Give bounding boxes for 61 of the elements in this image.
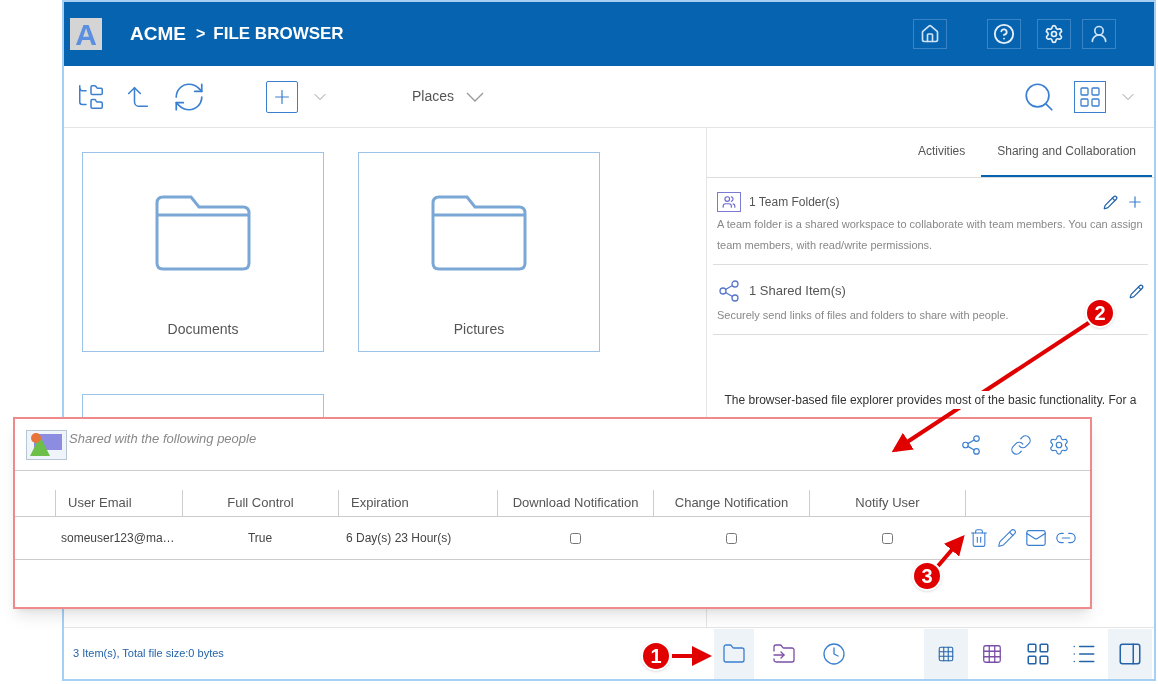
settings-icon[interactable] [1048, 433, 1070, 456]
section-title: 1 Team Folder(s) [749, 194, 840, 211]
add-button[interactable] [266, 80, 298, 113]
share-icon [717, 279, 741, 303]
mail-icon[interactable] [1025, 527, 1047, 549]
column-header: Download Notification [497, 490, 653, 516]
view-grid-button[interactable] [1074, 80, 1106, 113]
places-dropdown[interactable]: Places [412, 86, 485, 107]
table-cell-text: someuser123@ma… [60, 530, 176, 547]
section-description: Securely send links of files and folders to share with people. [717, 308, 1009, 323]
step-marker: 2 [1085, 298, 1115, 328]
edit-icon[interactable] [1103, 194, 1118, 210]
tab[interactable]: Sharing and Collaboration [981, 127, 1152, 177]
section-description: A team folder is a shared workspace to collaborate with team members. You can assign team members, with read/write permissions. [717, 217, 1144, 253]
breadcrumb-item[interactable]: ACME [130, 19, 186, 49]
step-marker: 1 [641, 641, 671, 671]
folder-card[interactable]: Documents [82, 152, 324, 352]
home-icon [920, 24, 940, 44]
grid-icon [1078, 84, 1102, 109]
section-title: 1 Shared Item(s) [749, 282, 846, 301]
home-button[interactable] [913, 19, 947, 49]
help-icon [993, 23, 1015, 45]
user-icon [1089, 24, 1109, 44]
column-header: Notify User [809, 490, 965, 516]
checkbox[interactable] [881, 532, 893, 544]
help-button[interactable] [987, 19, 1021, 49]
status-text: 3 Item(s), Total file size:0 bytes [73, 646, 224, 662]
chevron-down-icon [466, 91, 485, 102]
user-button[interactable] [1082, 19, 1116, 49]
column-header: User Email [55, 490, 182, 516]
add-icon[interactable] [1126, 193, 1144, 211]
share-panel-title: Shared with the following people [69, 430, 257, 448]
folder-card[interactable]: Pictures [358, 152, 600, 352]
edit-icon[interactable] [997, 528, 1017, 548]
team-folder-icon [717, 192, 741, 212]
annotation-arrow [672, 646, 712, 666]
folder-icon [155, 195, 251, 271]
settings-icon [1044, 24, 1064, 44]
share-icon[interactable] [960, 433, 982, 456]
checkbox[interactable] [569, 532, 581, 544]
edit-icon[interactable] [1129, 283, 1144, 299]
tab[interactable]: Activities [901, 127, 982, 177]
folder-icon [431, 195, 527, 271]
settings-button[interactable] [1037, 19, 1071, 49]
breadcrumb-separator: > [195, 24, 206, 44]
table-cell-text: True [246, 530, 274, 547]
table-cell-text: 6 Day(s) 23 Hour(s) [345, 530, 453, 547]
column-header: Full Control [182, 490, 338, 516]
column-header: Change Notification [653, 490, 809, 516]
column-header: Expiration [338, 490, 497, 516]
folder-name: Pictures [453, 320, 505, 339]
breadcrumb-item[interactable]: FILE BROWSER [213, 21, 344, 47]
folder-name: Documents [167, 320, 239, 339]
checkbox[interactable] [725, 532, 737, 544]
link-icon[interactable] [1010, 433, 1032, 456]
image-icon [26, 429, 67, 460]
folder-icon[interactable] [713, 628, 754, 679]
small-grid-icon[interactable] [924, 628, 968, 679]
side-panel-icon[interactable] [1108, 628, 1152, 679]
delete-icon[interactable] [969, 528, 989, 548]
annotation-arrow [936, 534, 965, 568]
